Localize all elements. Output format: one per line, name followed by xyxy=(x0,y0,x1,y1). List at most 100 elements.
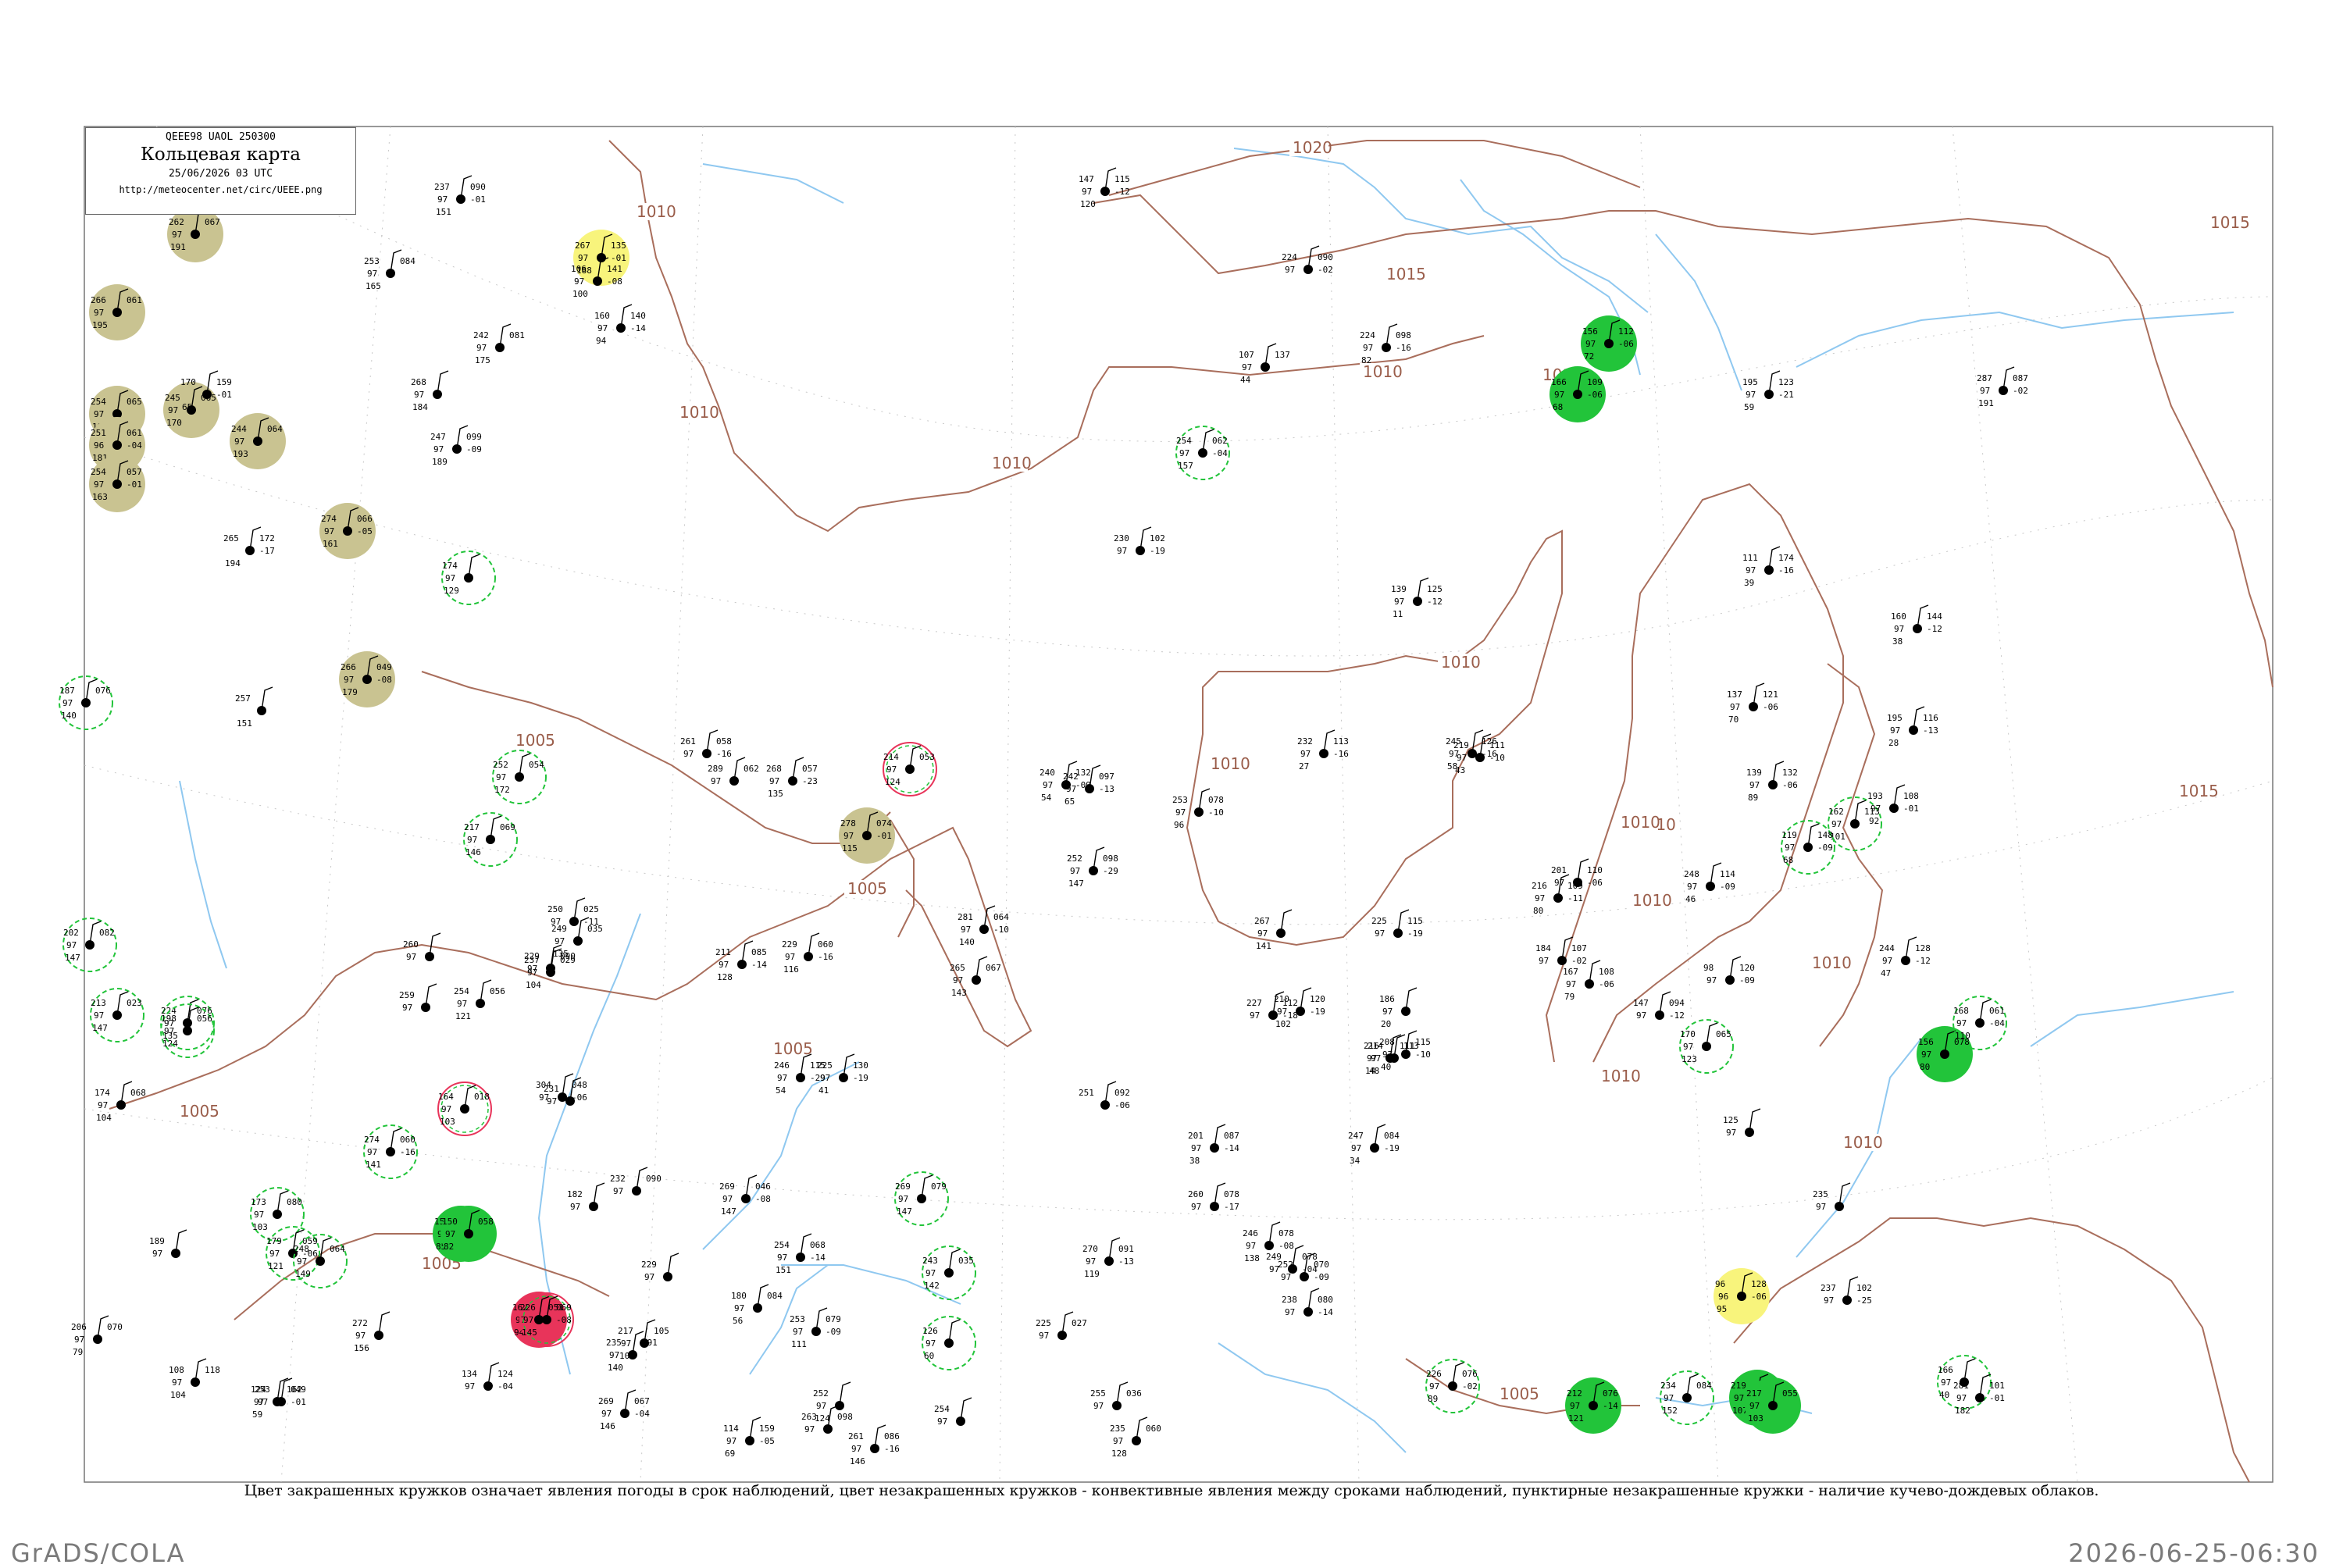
temperature-value: 97 xyxy=(1824,1295,1834,1306)
dewpoint-value: 46 xyxy=(1685,894,1696,904)
station-rain[interactable]: 217 97 103 055 xyxy=(1745,1377,1801,1434)
temperature-value: 97 xyxy=(297,1256,307,1267)
tendency-value: 064 xyxy=(330,1244,345,1254)
render-timestamp: 2026-06-25-06:30 xyxy=(2068,1538,2320,1568)
station-drizzle[interactable]: 278 97 115 074 -01 xyxy=(839,807,895,864)
tendency-value: 172 xyxy=(259,533,275,543)
temperature-value: 97 xyxy=(769,776,779,786)
pressure-value: 260 xyxy=(1188,1189,1204,1199)
temperature-value: 97 xyxy=(1921,1049,1931,1060)
dewpoint-value: 146 xyxy=(465,847,481,857)
dewpoint-value: 149 xyxy=(295,1269,311,1279)
temperature-value: 96 xyxy=(1718,1292,1728,1302)
tendency-change-value: -06 xyxy=(1751,1292,1767,1302)
tendency-value: 070 xyxy=(107,1322,123,1332)
pressure-value: 238 xyxy=(1282,1295,1297,1305)
dewpoint-value: 152 xyxy=(1662,1406,1678,1416)
tendency-value: 064 xyxy=(993,912,1009,922)
tendency-value: 048 xyxy=(572,1080,587,1090)
station-rain[interactable]: 166 97 68 109 -06 xyxy=(1550,366,1606,422)
temperature-value: 97 xyxy=(1664,1393,1674,1403)
temperature-value: 97 xyxy=(953,975,963,985)
dewpoint-value: 124 xyxy=(815,1413,830,1424)
tendency-value: 090 xyxy=(1318,252,1333,262)
dewpoint-value: 161 xyxy=(323,539,338,549)
temperature-value: 97 xyxy=(457,999,467,1009)
pressure-value: 147 xyxy=(1079,174,1094,184)
pressure-value: 262 xyxy=(169,217,184,227)
tendency-value: 111 xyxy=(1489,740,1505,750)
tendency-value: 078 xyxy=(1224,1189,1239,1199)
pressure-value: 160 xyxy=(594,311,610,321)
dewpoint-value: 68 xyxy=(1553,402,1563,412)
tendency-value: 135 xyxy=(611,241,626,251)
tendency-change-value: -09 xyxy=(1817,843,1833,853)
tendency-value: 067 xyxy=(986,963,1001,973)
station-drizzle[interactable]: 266 97 179 049 -08 xyxy=(339,651,395,707)
temperature-value: 97 xyxy=(711,776,721,786)
isobar-label: 1010 xyxy=(1843,1133,1883,1152)
dewpoint-value: 179 xyxy=(342,687,358,697)
dewpoint-value: 100 xyxy=(572,289,588,299)
map-url[interactable]: http://meteocenter.net/circ/UEEE.png xyxy=(86,184,355,195)
tendency-value: 128 xyxy=(1915,943,1931,953)
station-drizzle[interactable]: 244 97 193 064 xyxy=(230,413,286,469)
pressure-value: 260 xyxy=(403,939,419,950)
dewpoint-value: 44 xyxy=(1240,375,1251,385)
tendency-change-value: -17 xyxy=(1224,1202,1239,1212)
tendency-change-value: -04 xyxy=(1989,1018,2005,1028)
tendency-value: 036 xyxy=(1126,1388,1142,1399)
tendency-value: 029 xyxy=(560,955,576,965)
tendency-value: 113 xyxy=(1333,736,1349,747)
pressure-value: 265 xyxy=(950,963,965,973)
dewpoint-value: 96 xyxy=(1174,820,1184,830)
pressure-value: 242 xyxy=(473,330,489,340)
station-rain[interactable]: 156 97 72 112 -06 xyxy=(1581,315,1637,372)
pressure-value: 261 xyxy=(848,1431,864,1441)
pressure-value: 232 xyxy=(610,1174,626,1184)
tendency-change-value: -29 xyxy=(810,1073,826,1083)
pressure-value: 261 xyxy=(680,736,696,747)
tendency-value: 108 xyxy=(1903,791,1919,801)
tendency-value: 109 xyxy=(1567,881,1583,891)
station-fog[interactable]: 96 96 95 128 -06 xyxy=(1714,1268,1770,1324)
tendency-value: 132 xyxy=(1782,768,1798,778)
tendency-change-value: -12 xyxy=(1915,956,1931,966)
pressure-value: 137 xyxy=(1727,690,1742,700)
pressure-value: 195 xyxy=(1887,713,1903,723)
temperature-value: 97 xyxy=(1363,343,1373,353)
temperature-value: 97 xyxy=(324,526,334,536)
isobar-label: 1010 xyxy=(1812,953,1852,972)
station-drizzle[interactable]: 266 97 195 061 xyxy=(89,284,145,340)
isobar-label: 1010 xyxy=(992,454,1032,472)
pressure-value: 230 xyxy=(1114,533,1129,543)
pressure-value: 162 xyxy=(1828,807,1844,817)
station-rain[interactable]: 150 97 82 058 xyxy=(440,1206,497,1262)
temperature-value: 97 xyxy=(1730,702,1740,712)
temperature-value: 97 xyxy=(1175,807,1186,818)
dewpoint-value: 147 xyxy=(897,1206,912,1217)
isobar-label: 1005 xyxy=(515,731,555,750)
dewpoint-value: 189 xyxy=(432,457,448,467)
tendency-change-value: -04 xyxy=(127,440,142,451)
tendency-value: 137 xyxy=(1275,350,1290,360)
dewpoint-value: 43 xyxy=(1455,765,1465,775)
station-drizzle[interactable]: 254 97 163 057 -01 xyxy=(89,456,145,512)
tendency-change-value: -19 xyxy=(1150,546,1165,556)
station-drizzle[interactable]: 274 97 161 066 -05 xyxy=(319,503,376,559)
tendency-value: 055 xyxy=(1782,1388,1798,1399)
temperature-value: 97 xyxy=(937,1417,947,1427)
pressure-value: 111 xyxy=(1742,553,1758,563)
pressure-value: 253 xyxy=(364,256,380,266)
temperature-value: 97 xyxy=(445,1229,455,1239)
station-rain[interactable]: 212 97 121 076 -14 xyxy=(1565,1377,1621,1434)
dewpoint-value: 140 xyxy=(608,1363,623,1373)
temperature-value: 97 xyxy=(1300,749,1311,759)
dewpoint-value: 34 xyxy=(1350,1156,1361,1166)
tendency-value: 105 xyxy=(654,1326,669,1336)
pressure-value: 174 xyxy=(442,561,458,571)
tendency-value: 080 xyxy=(287,1197,302,1207)
tendency-value: 140 xyxy=(630,311,646,321)
pressure-value: 166 xyxy=(1938,1365,1953,1375)
pressure-value: 174 xyxy=(95,1088,110,1098)
